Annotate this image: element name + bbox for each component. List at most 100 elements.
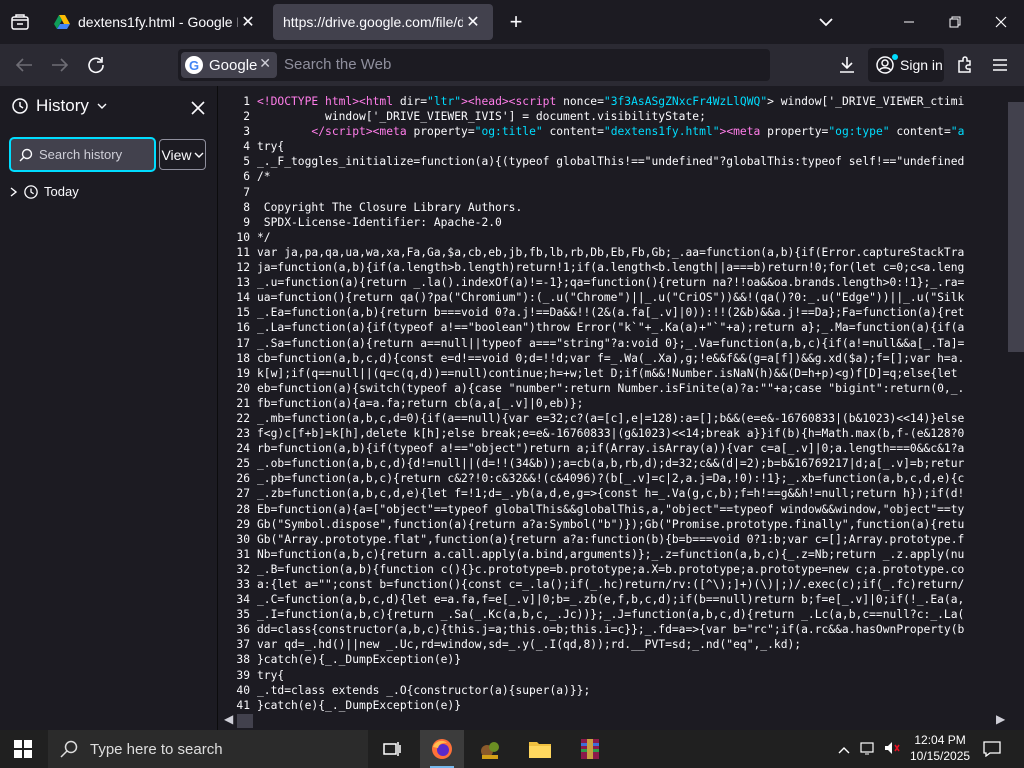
source-line: 10 */	[219, 230, 964, 245]
app-menu-button[interactable]	[986, 51, 1014, 79]
source-line: 25 _.ob=function(a,b,c,d){d!=null||(d=!!(…	[219, 456, 964, 471]
close-sidebar-button[interactable]	[188, 98, 208, 118]
taskbar-app-2[interactable]	[468, 730, 512, 768]
new-tab-button[interactable]: +	[502, 8, 530, 36]
line-number: 10	[236, 230, 250, 244]
line-text: SPDX-License-Identifier: Apache-2.0	[257, 215, 502, 229]
remove-engine-icon[interactable]: ✕	[259, 55, 271, 72]
search-history-input[interactable]	[39, 147, 149, 162]
tab-google-drive[interactable]: dextens1fy.html - Google Drive ✕	[44, 4, 268, 40]
minimize-button[interactable]	[886, 0, 932, 44]
source-line: 3 </script><meta property="og:title" con…	[219, 124, 964, 139]
source-line: 33 a:{let a="";const b=function(){const c…	[219, 577, 964, 592]
line-text: var qd=_.hd()||new _.Uc,rd=window,sd=_.y…	[257, 638, 802, 652]
source-line: 6 /*	[219, 169, 964, 184]
source-line: 41}catch(e){_._DumpException(e)}	[219, 698, 964, 712]
sidebar-title: History	[36, 96, 89, 115]
scroll-right-icon[interactable]: ▶	[996, 712, 1005, 726]
search-history-box[interactable]	[9, 137, 156, 172]
line-text: _.mb=function(a,b,c,d=0){if(a==null){var…	[257, 411, 965, 425]
volume-muted-icon[interactable]	[884, 741, 900, 758]
source-line: 37 var qd=_.hd()||new _.Uc,rd=window,sd=_…	[219, 637, 964, 652]
view-menu-button[interactable]: View	[159, 139, 206, 170]
scroll-left-icon[interactable]: ◀	[224, 712, 233, 726]
firefox-view-button[interactable]	[0, 0, 40, 44]
search-icon	[60, 740, 78, 758]
tab-title: https://drive.google.com/file/d/1os	[283, 14, 463, 30]
downloads-button[interactable]	[833, 51, 861, 79]
line-text: _._F_toggles_initialize=function(a){(typ…	[257, 155, 965, 169]
google-logo-icon: G	[185, 56, 203, 74]
line-text: rb=function(a,b){if(typeof a!=="object")…	[257, 442, 965, 456]
line-number: 21	[236, 396, 250, 410]
line-text: Nb=function(a,b,c){return a.call.apply(a…	[257, 547, 965, 561]
extensions-button[interactable]	[951, 51, 979, 79]
line-text: dd=class{constructor(a,b,c){this.j=a;thi…	[257, 623, 965, 637]
line-text: _.zb=function(a,b,c,d,e){let f=!1;d=_.yb…	[257, 487, 965, 501]
source-line: 26 _.pb=function(a,b,c){return c&2?!0:c&3…	[219, 471, 964, 486]
system-clock[interactable]: 12:04 PM 10/15/2025	[910, 732, 970, 764]
source-line: 29 Gb("Symbol.dispose",function(a){return…	[219, 517, 964, 532]
url-input[interactable]: Search the Web	[284, 56, 391, 73]
sidebar-switcher[interactable]: History	[12, 96, 107, 116]
history-group-today[interactable]: Today	[10, 184, 79, 199]
forward-button[interactable]	[46, 51, 74, 79]
clock-date: 10/15/2025	[910, 749, 971, 763]
search-engine-chip[interactable]: G Google ✕	[181, 52, 277, 78]
arrow-right-icon	[52, 58, 69, 72]
sign-in-button[interactable]: Sign in	[868, 48, 944, 82]
clock-icon	[24, 184, 38, 199]
back-button[interactable]	[10, 51, 38, 79]
taskbar-firefox[interactable]	[420, 730, 464, 768]
chevron-down-icon	[97, 103, 107, 109]
chevron-up-icon[interactable]	[838, 742, 850, 757]
sign-in-label: Sign in	[900, 57, 943, 73]
source-line: 23 f<g)c[f+b]=k[h],delete k[h];else break…	[219, 426, 964, 441]
restore-button[interactable]	[932, 0, 978, 44]
close-tab-icon[interactable]: ✕	[463, 12, 483, 32]
line-text: /*	[257, 170, 271, 184]
download-icon	[840, 57, 854, 73]
taskbar-search-box[interactable]: Type here to search	[48, 730, 368, 768]
line-text: _.ob=function(a,b,c,d){d!=null||(d=!!(34…	[257, 457, 965, 471]
line-number: 28	[236, 502, 250, 516]
line-text: Copyright The Closure Library Authors.	[257, 200, 523, 214]
line-text: }catch(e){_._DumpException(e)}	[257, 653, 462, 667]
reload-button[interactable]	[82, 51, 110, 79]
view-label: View	[161, 146, 192, 163]
horizontal-scrollbar-thumb[interactable]	[237, 714, 253, 728]
network-icon[interactable]	[860, 741, 878, 758]
vertical-scrollbar-thumb[interactable]	[1008, 102, 1024, 352]
source-line: 2 window['_DRIVE_VIEWER_IVIS'] = documen…	[219, 109, 964, 124]
line-number: 37	[236, 638, 250, 652]
close-window-button[interactable]	[978, 0, 1024, 44]
line-text: Gb("Array.prototype.flat",function(a){re…	[257, 532, 965, 546]
search-icon	[19, 148, 33, 161]
google-drive-icon	[54, 15, 70, 29]
line-text: <!DOCTYPE html><html dir="ltr"><head><sc…	[257, 95, 965, 108]
start-button[interactable]	[14, 740, 32, 758]
source-line: 39 try{	[219, 668, 964, 683]
tab-active[interactable]: https://drive.google.com/file/d/1os ✕	[273, 4, 493, 40]
source-line: 32 _.B=function(a,b){function c(){}c.prot…	[219, 562, 964, 577]
line-text: try{	[257, 668, 285, 682]
list-all-tabs-button[interactable]	[814, 10, 838, 34]
taskbar-file-explorer[interactable]	[518, 730, 562, 768]
task-view-button[interactable]	[370, 730, 414, 768]
close-tab-icon[interactable]: ✕	[238, 12, 258, 32]
history-group-label: Today	[44, 184, 79, 199]
horizontal-scrollbar[interactable]	[219, 712, 1024, 730]
engine-label: Google	[209, 56, 258, 74]
line-number: 6	[243, 170, 250, 184]
taskbar-winrar[interactable]	[568, 730, 612, 768]
account-icon	[876, 56, 894, 74]
line-text: window['_DRIVE_VIEWER_IVIS'] = document.…	[257, 110, 706, 124]
line-text: var ja,pa,qa,ua,wa,xa,Fa,Ga,$a,cb,eb,jb,…	[257, 245, 965, 259]
line-text: _.C=function(a,b,c,d){let e=a.fa,f=e[_.v…	[257, 593, 965, 607]
source-line: 27 _.zb=function(a,b,c,d,e){let f=!1;d=_.…	[219, 486, 964, 501]
notifications-button[interactable]	[970, 730, 1014, 768]
line-number: 17	[236, 336, 250, 350]
line-text: ja=function(a,b){if(a.length>b.length)re…	[257, 261, 965, 275]
view-source-content[interactable]: 1 <!DOCTYPE html><html dir="ltr"><head><s…	[219, 86, 1024, 712]
line-number: 38	[236, 653, 250, 667]
